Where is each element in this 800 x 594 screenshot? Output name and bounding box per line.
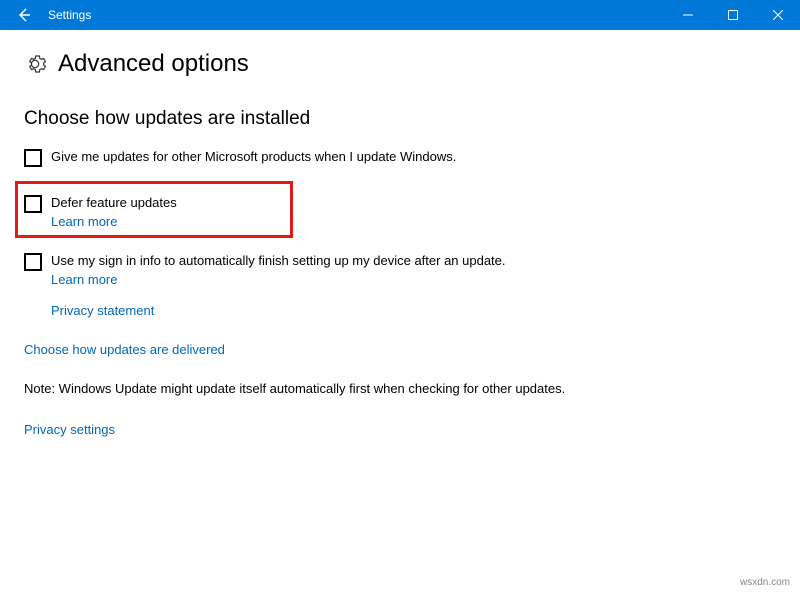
- titlebar: Settings: [0, 0, 800, 30]
- window-controls: [665, 0, 800, 30]
- link-privacy-statement[interactable]: Privacy statement: [51, 303, 154, 318]
- watermark: wsxdn.com: [740, 577, 790, 588]
- option-defer: Defer feature updates Learn more: [24, 194, 284, 229]
- maximize-button[interactable]: [710, 0, 755, 30]
- minimize-button[interactable]: [665, 0, 710, 30]
- option-other-products: Give me updates for other Microsoft prod…: [24, 148, 776, 167]
- link-defer-learn-more[interactable]: Learn more: [51, 214, 177, 229]
- label-signin: Use my sign in info to automatically fin…: [51, 252, 506, 270]
- minimize-icon: [683, 10, 693, 20]
- link-privacy-settings[interactable]: Privacy settings: [24, 422, 115, 437]
- checkbox-other-products[interactable]: [24, 149, 42, 167]
- back-button[interactable]: [4, 0, 44, 30]
- close-button[interactable]: [755, 0, 800, 30]
- back-arrow-icon: [16, 7, 32, 23]
- page-title: Advanced options: [58, 50, 249, 78]
- link-updates-delivered[interactable]: Choose how updates are delivered: [24, 342, 776, 357]
- content-area: Advanced options Choose how updates are …: [0, 30, 800, 457]
- checkbox-signin[interactable]: [24, 253, 42, 271]
- window-title: Settings: [44, 8, 91, 22]
- page-header: Advanced options: [24, 50, 776, 78]
- close-icon: [773, 10, 783, 20]
- section-title: Choose how updates are installed: [24, 108, 776, 130]
- option-signin: Use my sign in info to automatically fin…: [24, 252, 776, 287]
- gear-icon: [24, 53, 46, 75]
- highlight-box: Defer feature updates Learn more: [15, 181, 293, 238]
- note-text: Note: Windows Update might update itself…: [24, 381, 776, 396]
- maximize-icon: [728, 10, 738, 20]
- link-signin-learn-more[interactable]: Learn more: [51, 272, 506, 287]
- label-defer: Defer feature updates: [51, 194, 177, 212]
- checkbox-defer[interactable]: [24, 195, 42, 213]
- label-other-products: Give me updates for other Microsoft prod…: [51, 148, 456, 166]
